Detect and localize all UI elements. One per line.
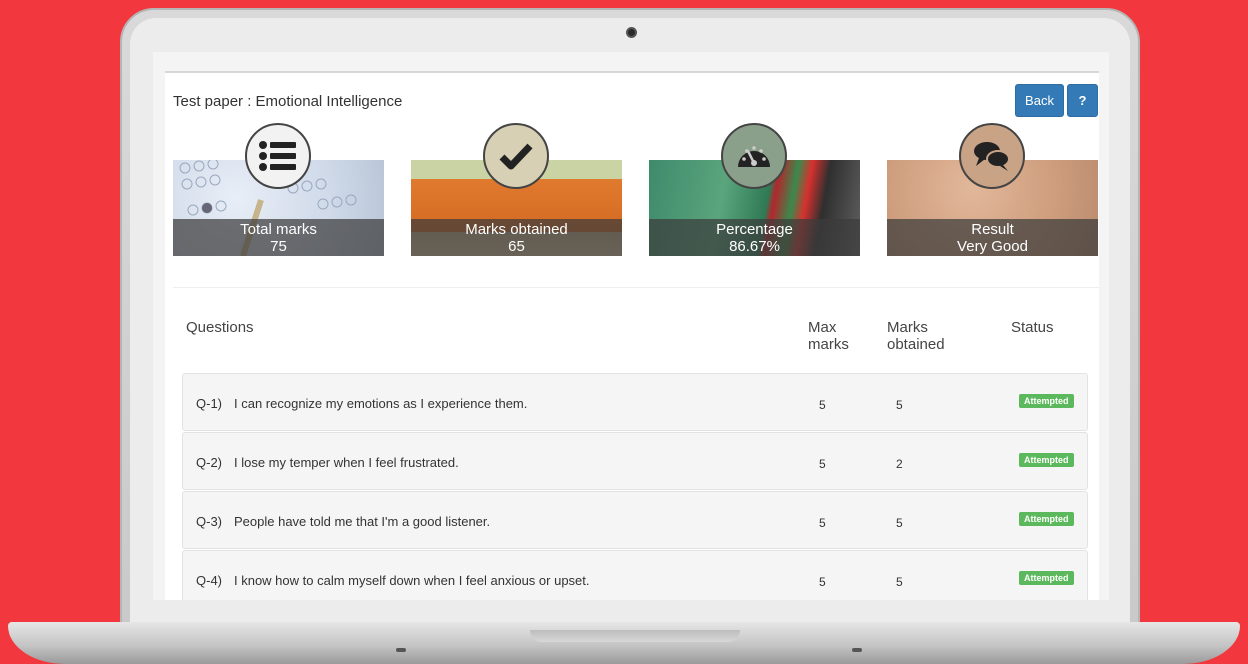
max-marks: 5: [819, 398, 826, 412]
laptop-screen: Test paper : Emotional Intelligence Back…: [153, 52, 1109, 600]
summary-cards: Total marks 75 Marks obtained 65 Percent…: [173, 123, 1099, 257]
status-badge: Attempted: [1019, 453, 1074, 467]
question-number: Q-4): [196, 573, 222, 588]
max-marks: 5: [819, 575, 826, 589]
app-window: Test paper : Emotional Intelligence Back…: [165, 71, 1099, 600]
card-label: Total marks: [240, 221, 317, 238]
marks-obtained: 2: [896, 457, 903, 471]
header-obtained-line1: Marks: [887, 319, 928, 336]
status-badge: Attempted: [1019, 571, 1074, 585]
question-text: I lose my temper when I feel frustrated.: [234, 455, 459, 470]
card-label: Percentage: [716, 221, 793, 238]
header-max-marks: Max marks: [808, 319, 849, 353]
question-text: People have told me that I'm a good list…: [234, 514, 491, 529]
page-title: Test paper : Emotional Intelligence: [173, 93, 403, 110]
status-badge: Attempted: [1019, 394, 1074, 408]
card-label: Result: [971, 221, 1014, 238]
card-overlay: Result Very Good: [887, 219, 1098, 256]
laptop-foot: [396, 648, 406, 652]
card-overlay: Percentage 86.67%: [649, 219, 860, 256]
card-label: Marks obtained: [465, 221, 568, 238]
chat-bubbles-icon: [959, 123, 1025, 189]
status-badge: Attempted: [1019, 512, 1074, 526]
question-text: I can recognize my emotions as I experie…: [234, 396, 528, 411]
back-button[interactable]: Back: [1015, 84, 1064, 117]
help-button[interactable]: ?: [1067, 84, 1098, 117]
list-icon: [245, 123, 311, 189]
header-max-line2: marks: [808, 336, 849, 353]
header-marks-obtained: Marks obtained: [887, 319, 945, 353]
gauge-icon: [721, 123, 787, 189]
marks-obtained: 5: [896, 575, 903, 589]
checkmark-icon: [483, 123, 549, 189]
question-number: Q-1): [196, 396, 222, 411]
marks-obtained: 5: [896, 516, 903, 530]
card-value: 86.67%: [729, 238, 780, 255]
header-status: Status: [1011, 319, 1054, 336]
card-value: 75: [270, 238, 287, 255]
table-row[interactable]: Q-1) I can recognize my emotions as I ex…: [182, 373, 1088, 431]
question-text: I know how to calm myself down when I fe…: [234, 573, 590, 588]
card-value: Very Good: [957, 238, 1028, 255]
table-row[interactable]: Q-2) I lose my temper when I feel frustr…: [182, 432, 1088, 490]
marks-obtained: 5: [896, 398, 903, 412]
card-overlay: Marks obtained 65: [411, 219, 622, 256]
laptop-foot: [852, 648, 862, 652]
question-number: Q-2): [196, 455, 222, 470]
laptop-base: [8, 622, 1240, 664]
card-overlay: Total marks 75: [173, 219, 384, 256]
table-row[interactable]: Q-4) I know how to calm myself down when…: [182, 550, 1088, 600]
header-obtained-line2: obtained: [887, 336, 945, 353]
table-row[interactable]: Q-3) People have told me that I'm a good…: [182, 491, 1088, 549]
card-value: 65: [508, 238, 525, 255]
laptop-base-notch: [530, 630, 740, 642]
section-divider: [173, 287, 1099, 288]
max-marks: 5: [819, 457, 826, 471]
max-marks: 5: [819, 516, 826, 530]
header-max-line1: Max: [808, 319, 837, 336]
question-number: Q-3): [196, 514, 222, 529]
header-questions: Questions: [186, 319, 254, 336]
camera-icon: [626, 27, 637, 38]
